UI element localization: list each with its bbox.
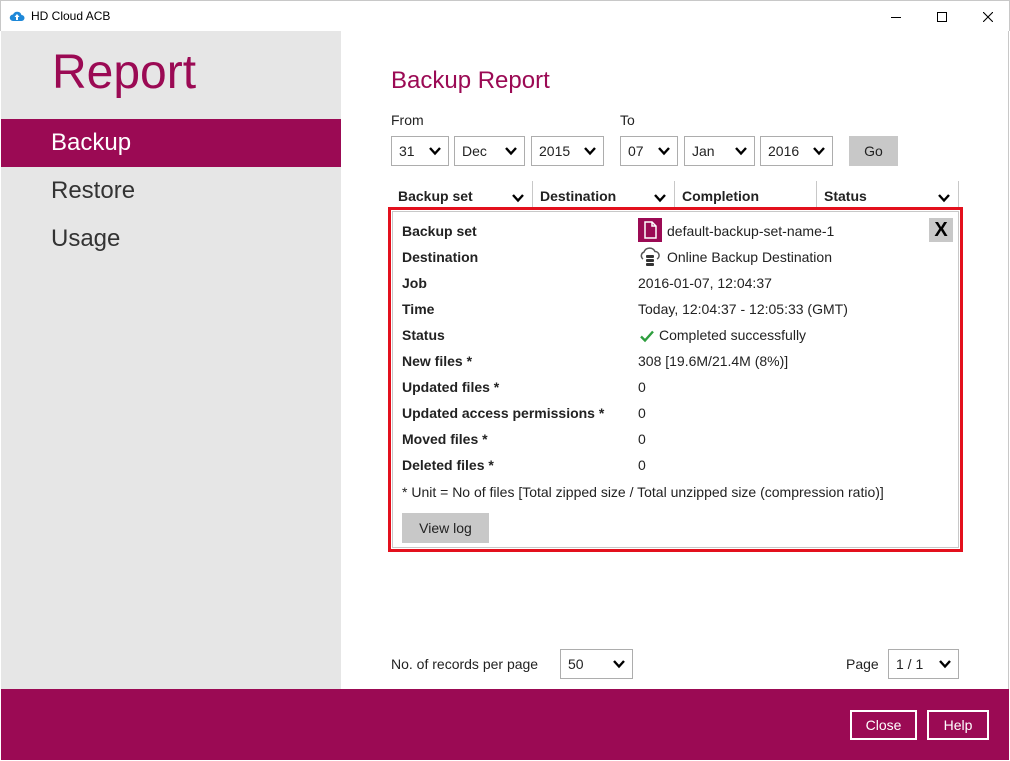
to-month-select[interactable]: Jan [684, 136, 755, 166]
detail-value-access-permissions: 0 [638, 405, 646, 421]
detail-label: Backup set [402, 223, 477, 239]
detail-value-status: Completed successfully [659, 327, 807, 343]
chevron-down-icon [939, 660, 951, 669]
backup-detail-panel: X Backup set default-backup-set-name-1 D… [388, 207, 963, 552]
minimize-button[interactable] [873, 1, 919, 32]
detail-value-destination: Online Backup Destination [667, 249, 832, 265]
close-icon [983, 11, 993, 22]
window-close-button[interactable] [965, 1, 1010, 32]
chevron-down-icon [505, 147, 517, 156]
from-year-select[interactable]: 2015 [531, 136, 604, 166]
chevron-down-icon [584, 147, 596, 156]
chevron-down-icon [429, 147, 441, 156]
close-button[interactable]: Close [850, 710, 917, 740]
detail-label: Destination [402, 249, 479, 265]
detail-inner: X Backup set default-backup-set-name-1 D… [392, 211, 959, 548]
detail-label: Time [402, 301, 435, 317]
detail-label: Moved files * [402, 431, 488, 447]
unit-note: * Unit = No of files [Total zipped size … [402, 484, 884, 500]
to-year-select[interactable]: 2016 [760, 136, 833, 166]
detail-label: New files * [402, 353, 473, 369]
to-day-value: 07 [628, 143, 644, 159]
column-label: Status [824, 188, 867, 204]
main-panel: Backup Report From To 31 Dec 2015 07 Jan… [341, 31, 1009, 689]
records-per-page-select[interactable]: 50 [560, 649, 633, 679]
records-per-page-value: 50 [568, 656, 584, 672]
title-bar: HD Cloud ACB [0, 0, 1010, 31]
from-month-select[interactable]: Dec [454, 136, 525, 166]
detail-label: Job [402, 275, 427, 291]
column-label: Backup set [398, 188, 473, 204]
window-title: HD Cloud ACB [31, 9, 111, 23]
maximize-button[interactable] [919, 1, 965, 32]
cloud-storage-icon [638, 244, 662, 268]
sidebar-item-backup[interactable]: Backup [1, 119, 341, 167]
detail-label: Deleted files * [402, 457, 494, 473]
from-day-value: 31 [399, 143, 415, 159]
to-label: To [620, 112, 635, 128]
chevron-down-icon [613, 660, 625, 669]
check-icon [640, 330, 654, 343]
column-label: Completion [682, 188, 759, 204]
chevron-down-icon [512, 194, 524, 203]
go-button[interactable]: Go [849, 136, 898, 166]
column-header-backup-set[interactable]: Backup set [391, 181, 533, 207]
sidebar-heading: Report [52, 46, 197, 99]
detail-value-deleted-files: 0 [638, 457, 646, 473]
column-header-destination[interactable]: Destination [533, 181, 675, 207]
page-title: Backup Report [391, 67, 550, 94]
detail-close-button[interactable]: X [929, 218, 953, 242]
document-icon [638, 218, 662, 242]
column-label: Destination [540, 188, 617, 204]
page-select[interactable]: 1 / 1 [888, 649, 959, 679]
footer-bar: Close Help [1, 689, 1009, 760]
detail-label: Updated files * [402, 379, 500, 395]
detail-value-job: 2016-01-07, 12:04:37 [638, 275, 772, 291]
sidebar: Report Backup Restore Usage [1, 31, 341, 689]
chevron-down-icon [813, 147, 825, 156]
detail-label: Updated access permissions * [402, 405, 605, 421]
to-year-value: 2016 [768, 143, 800, 159]
to-day-select[interactable]: 07 [620, 136, 678, 166]
page-value: 1 / 1 [896, 656, 924, 672]
help-button[interactable]: Help [927, 710, 989, 740]
column-header-status[interactable]: Status [817, 181, 959, 207]
chevron-down-icon [938, 194, 950, 203]
sidebar-item-restore[interactable]: Restore [1, 167, 341, 215]
from-label: From [391, 112, 424, 128]
detail-value-backup-set: default-backup-set-name-1 [667, 223, 835, 239]
detail-value-updated-files: 0 [638, 379, 646, 395]
chevron-down-icon [658, 147, 670, 156]
detail-value-moved-files: 0 [638, 431, 646, 447]
detail-value-new-files: 308 [19.6M/21.4M (8%)] [638, 353, 789, 369]
chevron-down-icon [735, 147, 747, 156]
view-log-button[interactable]: View log [402, 513, 489, 543]
column-header-completion[interactable]: Completion [675, 181, 817, 207]
minimize-icon [891, 16, 901, 18]
page-label: Page [846, 656, 879, 672]
detail-label: Status [402, 327, 445, 343]
cloud-icon [9, 11, 25, 21]
detail-value-time: Today, 12:04:37 - 12:05:33 (GMT) [638, 301, 848, 317]
sidebar-item-usage[interactable]: Usage [1, 215, 341, 263]
maximize-icon [937, 11, 947, 22]
from-month-value: Dec [462, 143, 487, 159]
to-month-value: Jan [692, 143, 715, 159]
from-day-select[interactable]: 31 [391, 136, 449, 166]
from-year-value: 2015 [539, 143, 571, 159]
records-per-page-label: No. of records per page [391, 656, 539, 672]
chevron-down-icon [654, 194, 666, 203]
